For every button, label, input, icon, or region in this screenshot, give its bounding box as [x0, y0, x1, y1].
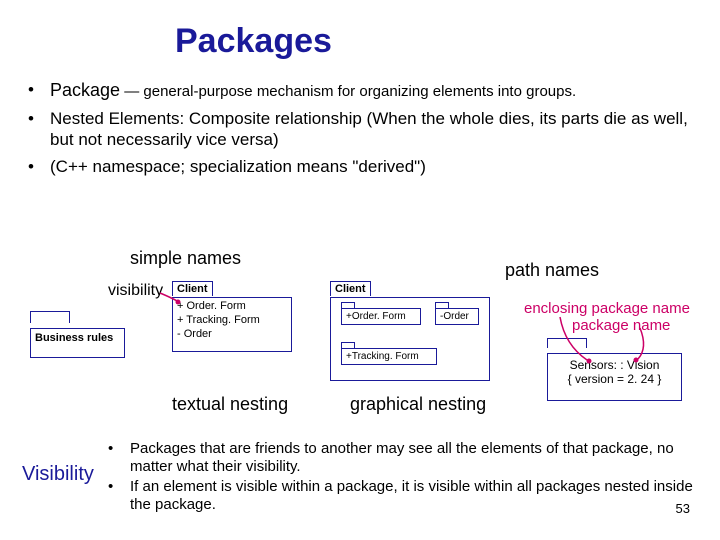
annotation-package-name: enclosing package name package name: [524, 300, 690, 335]
label-graphical-nesting: graphical nesting: [350, 394, 486, 415]
label-visibility: visibility: [108, 282, 163, 300]
page-number: 53: [676, 501, 690, 516]
label-path-names: path names: [505, 260, 599, 281]
pkg-line: + Order. Form: [177, 300, 287, 314]
inner-pkg: -Order: [435, 308, 479, 325]
vis-bullet-2: If an element is visible within a packag…: [130, 478, 696, 514]
top-bullet-list: • Package — general-purpose mechanism fo…: [0, 79, 720, 178]
bullet-dot: •: [28, 156, 50, 177]
inner-pkg: +Order. Form: [341, 308, 421, 325]
uml-package-client-graphical: Client +Order. Form -Order +Tracking. Fo…: [330, 279, 490, 381]
bullet-package-def: Package — general-purpose mechanism for …: [50, 79, 576, 102]
uml-package-sensors: Sensors: : Vision { version = 2. 24 }: [547, 335, 682, 401]
inner-pkg: +Tracking. Form: [341, 348, 437, 365]
pkg-line: - Order: [177, 328, 287, 342]
vis-bullet-1: Packages that are friends to another may…: [130, 440, 696, 476]
uml-package-client-textual: Client + Order. Form + Tracking. Form - …: [172, 279, 292, 352]
visibility-heading: Visibility: [22, 463, 94, 486]
bullet-dot: •: [108, 440, 130, 476]
bullet-cpp: (C++ namespace; specialization means "de…: [50, 156, 426, 177]
sensors-line1: Sensors: : Vision: [552, 358, 677, 372]
sensors-line2: { version = 2. 24 }: [552, 372, 677, 386]
bullet-dot: •: [28, 108, 50, 151]
label-textual-nesting: textual nesting: [172, 394, 288, 415]
slide-title: Packages: [0, 0, 720, 79]
bullet-dot: •: [28, 79, 50, 102]
label-simple-names: simple names: [130, 248, 241, 269]
pkg-line: + Tracking. Form: [177, 314, 287, 328]
visibility-bullets: • Packages that are friends to another m…: [108, 440, 696, 516]
uml-package-business-rules: Business rules: [30, 310, 125, 358]
bullet-dot: •: [108, 478, 130, 514]
bullet-nested: Nested Elements: Composite relationship …: [50, 108, 690, 151]
